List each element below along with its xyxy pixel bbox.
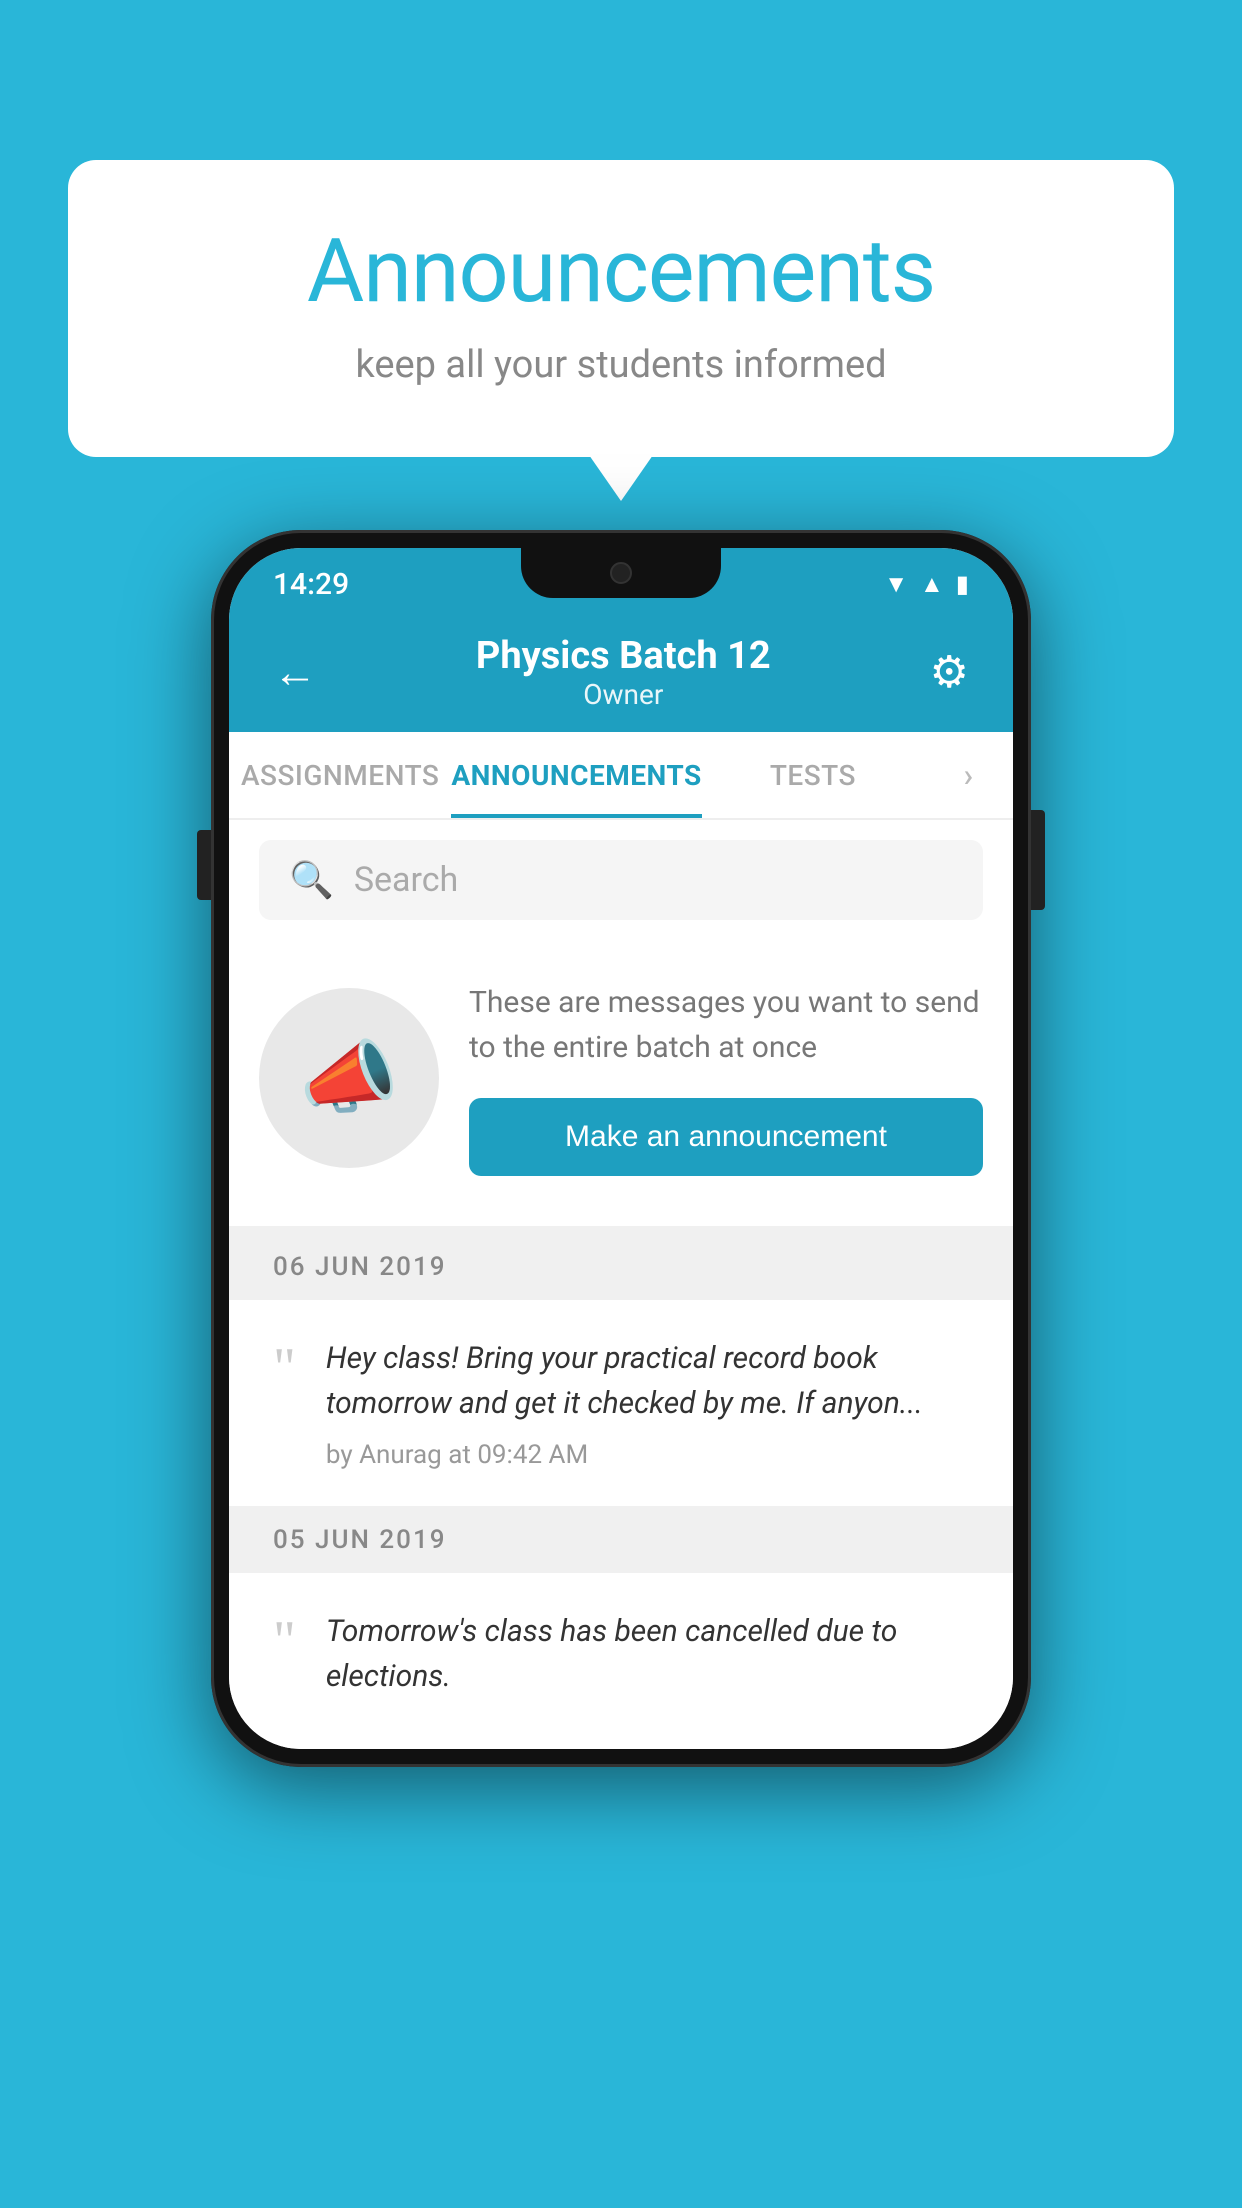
search-bar[interactable]: 🔍 Search (259, 840, 983, 920)
quote-icon-2: " (273, 1613, 296, 1669)
search-container: 🔍 Search (229, 820, 1013, 940)
tab-more[interactable]: › (924, 732, 1013, 818)
search-placeholder: Search (354, 860, 458, 900)
header-center: Physics Batch 12 Owner (476, 634, 771, 711)
gear-icon[interactable]: ⚙ (930, 646, 969, 698)
camera-dot (610, 562, 632, 584)
status-time: 14:29 (273, 567, 349, 602)
phone-outer: 14:29 ▼ ▲ ▮ ← Physics Batch 12 Owner ⚙ (211, 530, 1031, 1767)
speech-bubble: Announcements keep all your students inf… (68, 160, 1174, 457)
date-separator-1: 06 JUN 2019 (229, 1234, 1013, 1300)
header-subtitle: Owner (476, 678, 771, 711)
status-icons: ▼ ▲ ▮ (884, 570, 969, 599)
announcement-item-1[interactable]: " Hey class! Bring your practical record… (229, 1300, 1013, 1507)
megaphone-icon: 📣 (299, 1031, 399, 1125)
tabs-bar: ASSIGNMENTS ANNOUNCEMENTS TESTS › (229, 732, 1013, 820)
tab-assignments[interactable]: ASSIGNMENTS (229, 732, 451, 818)
announcement-meta-1: by Anurag at 09:42 AM (326, 1440, 969, 1470)
bubble-title: Announcements (148, 220, 1094, 323)
bubble-subtitle: keep all your students informed (148, 343, 1094, 387)
phone-notch (521, 548, 721, 598)
wifi-icon: ▼ (884, 570, 908, 599)
phone-screen: 14:29 ▼ ▲ ▮ ← Physics Batch 12 Owner ⚙ (229, 548, 1013, 1749)
announcement-content-2: Tomorrow's class has been cancelled due … (326, 1609, 969, 1713)
back-button[interactable]: ← (273, 646, 317, 698)
tab-announcements[interactable]: ANNOUNCEMENTS (451, 732, 701, 818)
quote-icon-1: " (273, 1340, 296, 1396)
announcement-text-1: Hey class! Bring your practical record b… (326, 1336, 969, 1426)
announcement-item-2[interactable]: " Tomorrow's class has been cancelled du… (229, 1573, 1013, 1749)
announcement-content-1: Hey class! Bring your practical record b… (326, 1336, 969, 1470)
signal-icon: ▲ (920, 570, 944, 599)
promo-description: These are messages you want to send to t… (469, 980, 983, 1070)
search-icon: 🔍 (289, 859, 334, 901)
tab-tests[interactable]: TESTS (702, 732, 924, 818)
promo-content: These are messages you want to send to t… (469, 980, 983, 1176)
date-separator-2: 05 JUN 2019 (229, 1507, 1013, 1573)
promo-section: 📣 These are messages you want to send to… (229, 940, 1013, 1234)
speech-bubble-section: Announcements keep all your students inf… (68, 160, 1174, 457)
promo-icon-circle: 📣 (259, 988, 439, 1168)
header-title: Physics Batch 12 (476, 634, 771, 678)
make-announcement-button[interactable]: Make an announcement (469, 1098, 983, 1176)
announcement-text-2: Tomorrow's class has been cancelled due … (326, 1609, 969, 1699)
battery-icon: ▮ (956, 570, 969, 598)
phone-mockup: 14:29 ▼ ▲ ▮ ← Physics Batch 12 Owner ⚙ (211, 530, 1031, 1767)
app-header: ← Physics Batch 12 Owner ⚙ (229, 612, 1013, 732)
